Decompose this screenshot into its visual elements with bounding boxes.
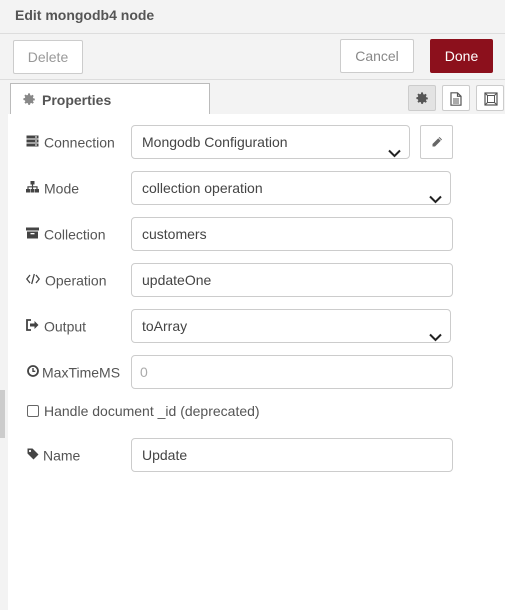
sitemap-icon bbox=[26, 180, 39, 196]
mode-select[interactable]: collection operation bbox=[131, 171, 451, 205]
name-row: Name Update bbox=[0, 438, 505, 472]
collection-label: Collection bbox=[26, 225, 105, 243]
server-icon bbox=[26, 134, 39, 150]
handle-id-label: Handle document _id (deprecated) bbox=[44, 403, 260, 419]
cog-icon bbox=[416, 92, 428, 104]
archive-icon bbox=[26, 226, 39, 242]
output-value: toArray bbox=[142, 318, 188, 334]
maxtimems-input[interactable]: 0 bbox=[131, 355, 453, 389]
maxtimems-placeholder: 0 bbox=[140, 364, 148, 380]
maxtimems-row: MaxTimeMS 0 bbox=[0, 355, 505, 389]
tag-icon bbox=[27, 447, 39, 463]
connection-select[interactable]: Mongodb Configuration bbox=[131, 125, 410, 159]
tab-properties[interactable]: Properties bbox=[10, 83, 210, 115]
connection-row: Connection Mongodb Configuration bbox=[0, 125, 505, 159]
output-label: Output bbox=[26, 317, 86, 335]
mode-row: Mode collection operation bbox=[0, 171, 505, 205]
appearance-tab-button[interactable] bbox=[476, 85, 504, 111]
sign-out-icon bbox=[26, 318, 39, 334]
clock-icon bbox=[27, 364, 39, 380]
settings-tab-button[interactable] bbox=[408, 85, 436, 111]
cancel-button[interactable]: Cancel bbox=[340, 39, 414, 73]
operation-label: Operation bbox=[25, 271, 106, 289]
description-icon bbox=[450, 92, 462, 106]
collection-value: customers bbox=[142, 226, 207, 242]
chevron-down-icon bbox=[429, 321, 442, 353]
pencil-icon bbox=[432, 137, 442, 147]
connection-label: Connection bbox=[26, 133, 115, 151]
maxtimems-label: MaxTimeMS bbox=[27, 363, 120, 381]
dialog-title: Edit mongodb4 node bbox=[15, 7, 155, 23]
tab-properties-label: Properties bbox=[42, 92, 112, 108]
edit-connection-button[interactable] bbox=[420, 125, 453, 159]
tab-bar: Properties bbox=[0, 80, 505, 115]
output-row: Output toArray bbox=[0, 309, 505, 343]
code-icon bbox=[25, 272, 41, 288]
handle-id-row: Handle document _id (deprecated) bbox=[0, 395, 505, 429]
chevron-down-icon bbox=[429, 183, 442, 215]
description-tab-button[interactable] bbox=[442, 85, 470, 111]
mode-label: Mode bbox=[26, 179, 79, 197]
cog-icon bbox=[23, 93, 36, 106]
handle-id-checkbox[interactable] bbox=[27, 405, 39, 417]
operation-value: updateOne bbox=[142, 272, 212, 288]
collection-row: Collection customers bbox=[0, 217, 505, 251]
operation-input[interactable]: updateOne bbox=[131, 263, 453, 297]
mode-value: collection operation bbox=[142, 180, 263, 196]
output-select[interactable]: toArray bbox=[131, 309, 451, 343]
chevron-down-icon bbox=[388, 137, 401, 169]
dialog-toolbar: Delete Cancel Done bbox=[0, 34, 505, 80]
done-button[interactable]: Done bbox=[430, 39, 493, 73]
name-input[interactable]: Update bbox=[131, 438, 453, 472]
appearance-icon bbox=[484, 92, 498, 106]
operation-row: Operation updateOne bbox=[0, 263, 505, 297]
collection-input[interactable]: customers bbox=[131, 217, 453, 251]
name-label: Name bbox=[27, 446, 80, 464]
connection-value: Mongodb Configuration bbox=[142, 134, 288, 150]
name-value: Update bbox=[142, 447, 188, 463]
dialog-header: Edit mongodb4 node bbox=[0, 0, 505, 34]
delete-button[interactable]: Delete bbox=[13, 40, 83, 74]
